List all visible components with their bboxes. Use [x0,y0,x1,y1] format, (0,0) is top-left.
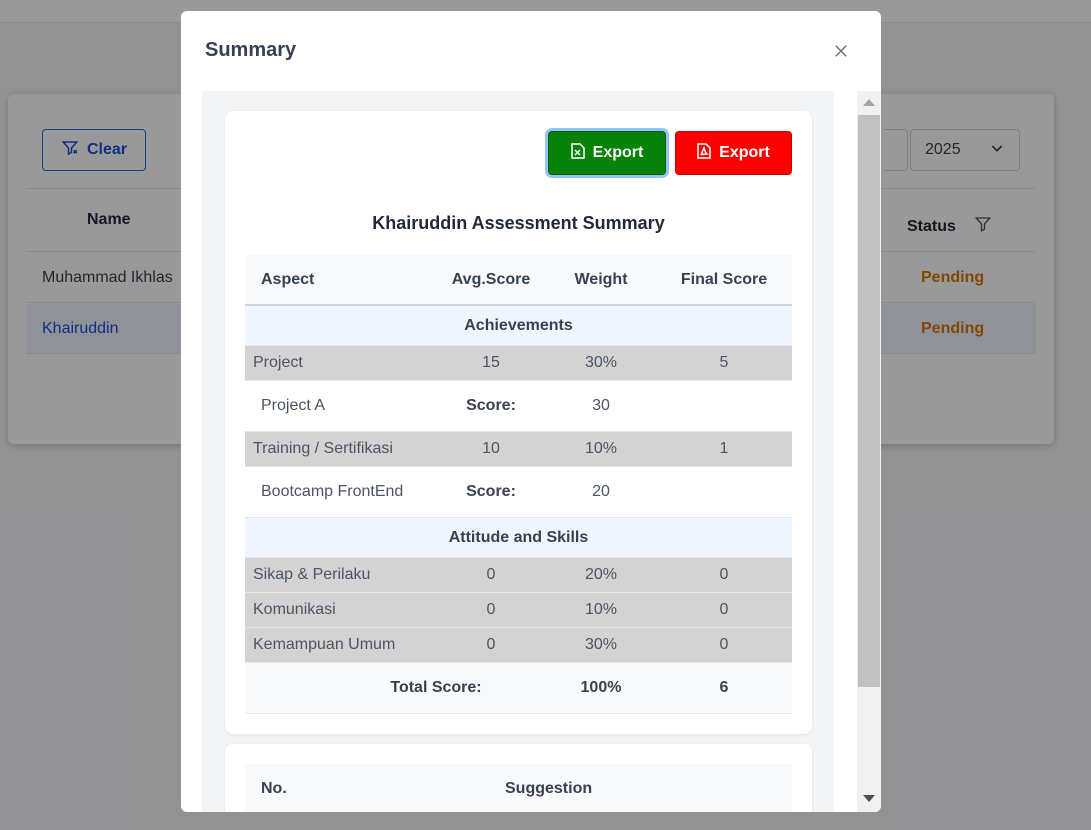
aspect-avg: 0 [486,566,496,583]
header-weight: Weight [574,270,628,288]
aspect-weight: 20% [584,566,618,583]
export-excel-label: Export [592,144,644,161]
aspect-row: Sikap & Perilaku 0 20% 0 [245,558,792,593]
aspect-avg: 15 [482,354,500,371]
aspect-name: Komunikasi [253,601,336,618]
aspect-row: Komunikasi 0 10% 0 [245,593,792,628]
aspect-weight: 10% [584,440,618,457]
aspect-avg: 10 [482,440,500,457]
aspect-final: 0 [719,566,729,583]
aspect-name: Kemampuan Umum [253,636,396,653]
detail-name: Bootcamp FrontEnd [261,483,404,500]
header-suggestion: Suggestion [505,780,593,797]
modal-body: Export Export Khairuddin Assessment Summ… [202,91,834,812]
total-label-text: Total Score: [390,679,482,696]
header-no: No. [261,780,287,797]
aspect-weight: 10% [584,601,618,618]
suggestion-card: No. Suggestion [225,744,812,812]
detail-score: 30 [592,397,610,414]
header-final-score: Final Score [680,270,768,288]
aspect-row: Training / Sertifikasi 10 10% 1 [245,432,792,467]
close-icon[interactable] [829,39,853,63]
aspect-weight: 30% [584,636,618,653]
aspect-row: Project 15 30% 5 [245,346,792,381]
total-weight: 100% [580,679,622,696]
section-header: Attitude and Skills [245,518,792,558]
header-aspect: Aspect [261,270,315,288]
assessment-summary-title: Khairuddin Assessment Summary [372,213,665,233]
suggestion-table-header: No. Suggestion [245,764,792,812]
aspect-weight: 30% [584,354,618,371]
aspect-row: Kemampuan Umum 0 30% 0 [245,628,792,663]
assessment-summary-card: Export Export Khairuddin Assessment Summ… [225,111,812,734]
section-header: Achievements [245,306,792,346]
pdf-file-icon [697,142,711,164]
detail-name: Project A [261,397,326,414]
summary-modal: Summary Export Export Khairuddin Assessm… [181,11,881,812]
detail-score-label: Score: [466,397,516,414]
total-row: Total Score: 100% 6 [245,663,792,714]
detail-row: Bootcamp FrontEnd Score: 20 [245,467,792,518]
export-pdf-label: Export [719,144,770,161]
assessment-table: Aspect Avg.Score Weight Final Score Achi… [245,255,792,714]
total-final: 6 [719,679,729,696]
aspect-avg: 0 [486,636,496,653]
aspect-avg: 0 [486,601,496,618]
modal-title: Summary [205,39,297,61]
excel-file-icon [570,142,585,164]
table-header-row: Aspect Avg.Score Weight Final Score [245,255,792,306]
scrollbar-thumb[interactable] [858,115,880,687]
export-pdf-button[interactable]: Export [675,131,792,175]
aspect-final: 0 [719,601,729,618]
modal-scrollbar[interactable] [857,91,881,812]
scroll-down-arrow-icon[interactable] [863,795,875,802]
scroll-up-arrow-icon[interactable] [863,99,875,106]
detail-row: Project A Score: 30 [245,381,792,432]
export-excel-button[interactable]: Export [548,131,666,175]
detail-score-label: Score: [466,483,516,500]
header-avg-score: Avg.Score [451,270,531,288]
aspect-final: 1 [719,440,729,457]
detail-score: 20 [592,483,610,500]
aspect-final: 5 [719,354,729,371]
aspect-name: Sikap & Perilaku [253,566,371,583]
aspect-final: 0 [719,636,729,653]
aspect-name: Training / Sertifikasi [253,440,393,457]
aspect-name: Project [253,354,303,371]
